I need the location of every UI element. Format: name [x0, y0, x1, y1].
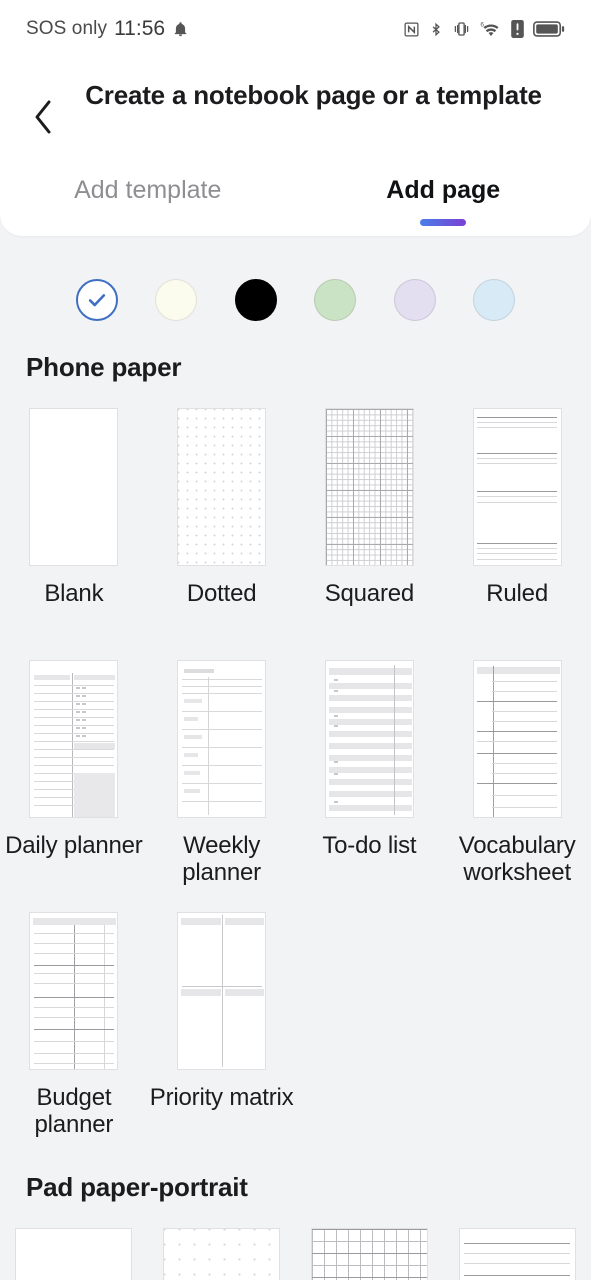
- alert-icon: [511, 20, 524, 38]
- pad-thumb-dotted[interactable]: [163, 1228, 281, 1280]
- template-thumb-ruled[interactable]: [472, 408, 562, 566]
- template-item-vocabulary-worksheet[interactable]: Vocabulary worksheet: [443, 660, 591, 887]
- template-label-weekly-planner: Weekly planner: [182, 832, 261, 887]
- daily-planner-art: [30, 661, 117, 817]
- color-swatch-row: [0, 278, 591, 322]
- wifi-6-icon: 6: [480, 22, 499, 36]
- pad-thumb-squared[interactable]: [310, 1228, 428, 1280]
- status-bar-left: SOS only 11:56: [26, 17, 189, 41]
- bluetooth-icon: [432, 22, 440, 36]
- budget-planner-art: [30, 913, 117, 1069]
- template-label-todo-list: To-do list: [322, 832, 417, 859]
- active-tab-indicator: [420, 219, 467, 226]
- carrier-label: SOS only: [26, 18, 108, 39]
- color-swatch-green[interactable]: [314, 279, 357, 321]
- color-swatch-black[interactable]: [234, 279, 277, 321]
- pad-squared-major-pattern: [311, 1229, 427, 1280]
- tab-add-page[interactable]: Add page: [296, 170, 591, 232]
- section-title-pad-paper-portrait: Pad paper-portrait: [26, 1172, 248, 1202]
- template-thumb-budget-planner[interactable]: [29, 912, 119, 1070]
- template-row-basic: Blank Dotted Squared Ruled: [0, 408, 591, 607]
- template-label-blank: Blank: [44, 580, 104, 607]
- template-thumb-blank[interactable]: [29, 408, 119, 566]
- color-swatch-white[interactable]: [76, 279, 118, 321]
- color-swatch-light-blue[interactable]: [472, 279, 515, 321]
- todo-list-art: [326, 661, 413, 817]
- nfc-icon: [404, 21, 419, 37]
- tab-add-template-label: Add template: [74, 176, 222, 204]
- color-swatch-cream[interactable]: [155, 279, 198, 321]
- template-label-priority-matrix: Priority matrix: [149, 1084, 294, 1111]
- priority-matrix-art: [178, 913, 265, 1069]
- pad-item-blank[interactable]: [0, 1228, 148, 1280]
- vibrate-icon: [454, 22, 469, 36]
- template-label-ruled: Ruled: [486, 580, 548, 607]
- template-row-planners: Daily planner Weekly planner To-do list …: [0, 660, 591, 887]
- squared-major-pattern: [325, 409, 413, 565]
- template-label-daily-planner: Daily planner: [5, 832, 143, 859]
- section-title-phone-paper: Phone paper: [26, 352, 182, 382]
- back-button[interactable]: [20, 94, 66, 140]
- tab-add-page-label: Add page: [386, 176, 501, 204]
- template-thumb-weekly-planner[interactable]: [177, 660, 267, 818]
- tab-add-template[interactable]: Add template: [0, 170, 296, 232]
- pad-ruled-pattern: [460, 1229, 575, 1280]
- template-thumb-vocabulary-worksheet[interactable]: [472, 660, 562, 818]
- template-item-todo-list[interactable]: To-do list: [296, 660, 444, 887]
- template-item-dotted[interactable]: Dotted: [148, 408, 296, 607]
- page-title: Create a notebook page or a template: [85, 80, 542, 110]
- template-thumb-daily-planner[interactable]: [29, 660, 119, 818]
- bell-icon: [174, 22, 187, 37]
- color-swatch-lavender[interactable]: [393, 279, 436, 321]
- template-thumb-squared[interactable]: [324, 408, 414, 566]
- template-item-weekly-planner[interactable]: Weekly planner: [148, 660, 296, 887]
- tab-bar: Add template Add page: [0, 170, 591, 232]
- clock-label: 11:56: [114, 17, 166, 40]
- template-label-budget-planner: Budget planner: [34, 1084, 114, 1139]
- template-item-budget-planner[interactable]: Budget planner: [0, 912, 148, 1139]
- pad-item-ruled[interactable]: [443, 1228, 591, 1280]
- battery-icon: [533, 21, 565, 37]
- template-item-daily-planner[interactable]: Daily planner: [0, 660, 148, 887]
- template-item-ruled[interactable]: Ruled: [443, 408, 591, 607]
- template-row-pad-paper: [0, 1228, 591, 1280]
- check-icon: [88, 294, 106, 307]
- status-bar: SOS only 11:56 6: [0, 0, 591, 58]
- pad-item-dotted[interactable]: [148, 1228, 296, 1280]
- ruled-pattern: [474, 409, 561, 565]
- header-card: Create a notebook page or a template Add…: [0, 58, 591, 236]
- pad-thumb-blank[interactable]: [15, 1228, 133, 1280]
- template-thumb-dotted[interactable]: [177, 408, 267, 566]
- template-item-squared[interactable]: Squared: [296, 408, 444, 607]
- vocabulary-worksheet-art: [474, 661, 561, 817]
- template-item-empty-1: [296, 912, 444, 1139]
- pad-thumb-ruled[interactable]: [458, 1228, 576, 1280]
- template-label-squared: Squared: [324, 580, 415, 607]
- back-chevron-icon: [35, 100, 51, 134]
- template-thumb-priority-matrix[interactable]: [177, 912, 267, 1070]
- status-bar-right: 6: [403, 20, 565, 39]
- template-item-priority-matrix[interactable]: Priority matrix: [148, 912, 296, 1139]
- pad-item-squared[interactable]: [296, 1228, 444, 1280]
- template-item-blank[interactable]: Blank: [0, 408, 148, 607]
- template-label-dotted: Dotted: [186, 580, 257, 607]
- template-row-extra: Budget planner Priority matrix: [0, 912, 591, 1139]
- template-thumb-todo-list[interactable]: [324, 660, 414, 818]
- app-screen: SOS only 11:56 6 Create a notebook page …: [0, 0, 591, 1280]
- pad-dotted-pattern: [164, 1229, 280, 1280]
- template-item-empty-2: [443, 912, 591, 1139]
- svg-text:6: 6: [480, 22, 484, 29]
- template-label-vocabulary-worksheet: Vocabulary worksheet: [458, 832, 576, 887]
- dotted-pattern: [178, 409, 266, 565]
- weekly-planner-art: [178, 661, 265, 817]
